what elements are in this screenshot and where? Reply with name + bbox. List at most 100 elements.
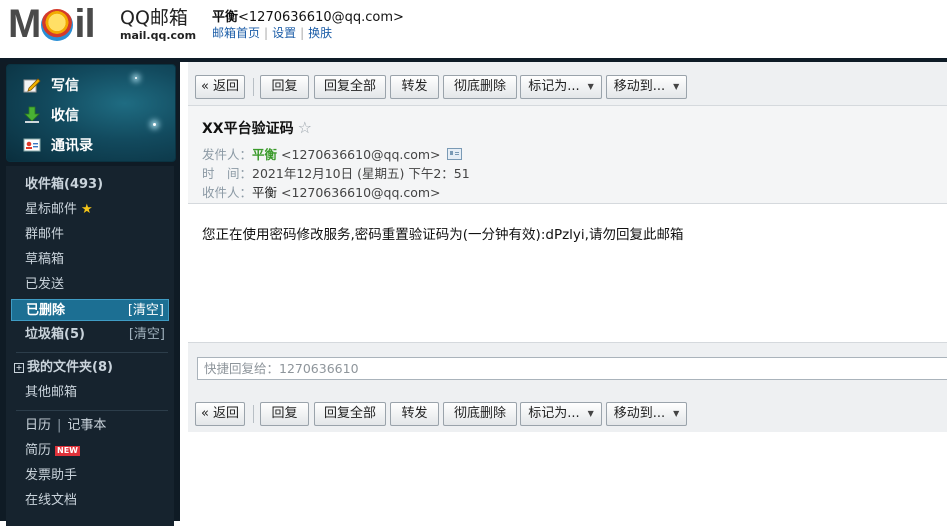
link-separator: |	[264, 26, 269, 40]
logo-domain: mail.qq.com	[120, 29, 197, 42]
expand-plus-icon[interactable]: +	[14, 363, 24, 373]
star-icon: ★	[81, 202, 93, 217]
mail-body: 您正在使用密码修改服务,密码重置验证码为(一分钟有效):dPzlyi,请勿回复此…	[202, 227, 684, 243]
mail-reading-pane: « 返回 回复 回复全部 转发 彻底删除 标记为... ▼ 移动到... ▼ XX平…	[180, 62, 947, 521]
sender-row: 发件人：平衡 <1270636610@qq.com>	[202, 144, 462, 163]
mark-as-dropdown[interactable]: 标记为... ▼	[520, 402, 602, 426]
mail-time: 2021年12月10日 (星期五) 下午2：51	[252, 166, 470, 181]
folder-divider	[16, 352, 168, 353]
toolbar-separator	[253, 405, 254, 423]
reply-button[interactable]: 回复	[260, 75, 309, 99]
move-to-label: 移动到...	[613, 79, 666, 94]
reply-all-button[interactable]: 回复全部	[314, 75, 386, 99]
link-mail-home[interactable]: 邮箱首页	[212, 26, 260, 40]
folder-inbox[interactable]: 收件箱(493)	[11, 174, 169, 196]
forward-button[interactable]: 转发	[390, 75, 439, 99]
tool-online-docs[interactable]: 在线文档	[11, 490, 169, 512]
contacts-label: 通讯录	[51, 138, 93, 154]
move-to-dropdown[interactable]: 移动到... ▼	[606, 402, 687, 426]
receive-mail-button[interactable]: 收信	[23, 104, 79, 126]
tool-invoice-assistant[interactable]: 发票助手	[11, 465, 169, 487]
contacts-card-icon	[23, 138, 41, 152]
folder-spam-label: 垃圾箱(5)	[25, 327, 85, 342]
toolbar-bottom: « 返回 回复 回复全部 转发 彻底删除 标记为... ▼ 移动到... ▼	[188, 389, 947, 432]
user-email: <1270636610@qq.com>	[238, 10, 404, 25]
folder-deleted-label: 已删除	[26, 303, 66, 318]
quick-actions-panel: 写信 收信 通讯录	[6, 64, 176, 162]
folder-my-folders-label: 我的文件夹(8)	[27, 360, 113, 375]
folder-spam[interactable]: 垃圾箱(5) [清空]	[11, 324, 169, 346]
header: M il QQ邮箱 mail.qq.com 平衡<1270636610@qq.c…	[0, 0, 947, 58]
caret-down-icon: ▼	[587, 82, 594, 91]
sparkle-decoration	[153, 123, 156, 126]
reply-button[interactable]: 回复	[260, 402, 309, 426]
recipient-row: 收件人：平衡 <1270636610@qq.com>	[202, 182, 441, 201]
tool-resume[interactable]: 简历 NEW	[11, 440, 169, 462]
logo-title: QQ邮箱	[120, 7, 188, 29]
star-outline-icon[interactable]: ☆	[298, 118, 312, 137]
folder-starred[interactable]: 星标邮件 ★	[11, 199, 169, 221]
mail-subject-text: XX平台验证码	[202, 121, 294, 137]
invoice-label: 发票助手	[25, 468, 78, 483]
qq-mail-logo[interactable]: M il	[8, 4, 96, 44]
delete-permanently-button[interactable]: 彻底删除	[443, 402, 517, 426]
recipient-name[interactable]: 平衡	[252, 185, 277, 200]
receive-mail-label: 收信	[51, 108, 79, 124]
reply-all-button[interactable]: 回复全部	[314, 402, 386, 426]
write-mail-label: 写信	[51, 78, 79, 94]
folder-deleted[interactable]: 已删除 [清空]	[11, 299, 169, 321]
caret-down-icon: ▼	[587, 409, 594, 418]
logo-text: QQ邮箱 mail.qq.com	[120, 7, 196, 43]
calendar-link[interactable]: 日历	[25, 418, 51, 433]
write-mail-button[interactable]: 写信	[23, 74, 79, 96]
empty-deleted-link[interactable]: [清空]	[128, 300, 164, 322]
folder-drafts-label: 草稿箱	[25, 252, 65, 267]
mark-as-label: 标记为...	[528, 406, 580, 421]
move-to-dropdown[interactable]: 移动到... ▼	[606, 75, 687, 99]
time-label: 时 间：	[202, 166, 253, 181]
recipient-email: <1270636610@qq.com>	[281, 185, 441, 200]
folder-other-mailboxes[interactable]: 其他邮箱	[11, 382, 169, 404]
back-button[interactable]: « 返回	[195, 75, 245, 99]
caret-down-icon: ▼	[673, 82, 680, 91]
link-change-skin[interactable]: 换肤	[308, 26, 332, 40]
folder-sent[interactable]: 已发送	[11, 274, 169, 296]
contact-card-icon[interactable]	[446, 148, 462, 160]
folder-group-label: 群邮件	[25, 227, 65, 242]
sender-label: 发件人：	[202, 147, 253, 162]
link-separator: |	[300, 26, 305, 40]
link-settings[interactable]: 设置	[272, 26, 296, 40]
folder-divider	[16, 410, 168, 411]
new-badge: NEW	[55, 446, 80, 456]
folder-list: 收件箱(493) 星标邮件 ★ 群邮件 草稿箱 已发送 已删除 [清空] 垃圾箱(…	[6, 166, 174, 526]
sidebar: 写信 收信 通讯录 收件箱(493) 星标邮件 ★ 群邮件 草稿箱 已发送 已删…	[0, 62, 180, 526]
notes-link[interactable]: 记事本	[67, 418, 106, 433]
sparkle-decoration	[135, 77, 137, 79]
toolbar-top: « 返回 回复 回复全部 转发 彻底删除 标记为... ▼ 移动到... ▼	[188, 62, 947, 106]
folder-inbox-label: 收件箱(493)	[25, 177, 104, 192]
sender-name[interactable]: 平衡	[252, 147, 277, 162]
tool-separator: |	[57, 418, 62, 433]
folder-group-mail[interactable]: 群邮件	[11, 224, 169, 246]
download-arrow-icon	[24, 106, 40, 123]
mark-as-label: 标记为...	[528, 79, 580, 94]
folder-starred-label: 星标邮件	[25, 202, 78, 217]
folder-drafts[interactable]: 草稿箱	[11, 249, 169, 271]
quick-reply-input[interactable]	[197, 357, 947, 380]
empty-spam-link[interactable]: [清空]	[129, 324, 165, 346]
folder-my-folders[interactable]: + 我的文件夹(8)	[11, 357, 169, 379]
quick-reply-bar	[188, 342, 947, 390]
mail-header: XX平台验证码 ☆ 发件人：平衡 <1270636610@qq.com> 时 间：…	[188, 106, 947, 204]
folder-sent-label: 已发送	[25, 277, 65, 292]
recipient-label: 收件人：	[202, 185, 253, 200]
user-links: 邮箱首页 | 设置 | 换肤	[212, 24, 332, 41]
user-info: 平衡<1270636610@qq.com>	[212, 6, 404, 25]
mark-as-dropdown[interactable]: 标记为... ▼	[520, 75, 602, 99]
delete-permanently-button[interactable]: 彻底删除	[443, 75, 517, 99]
toolbar-separator	[253, 78, 254, 96]
forward-button[interactable]: 转发	[390, 402, 439, 426]
back-button[interactable]: « 返回	[195, 402, 245, 426]
tools-calendar-notes: 日历 | 记事本	[11, 415, 169, 437]
contacts-button[interactable]: 通讯录	[23, 134, 93, 156]
move-to-label: 移动到...	[613, 406, 666, 421]
